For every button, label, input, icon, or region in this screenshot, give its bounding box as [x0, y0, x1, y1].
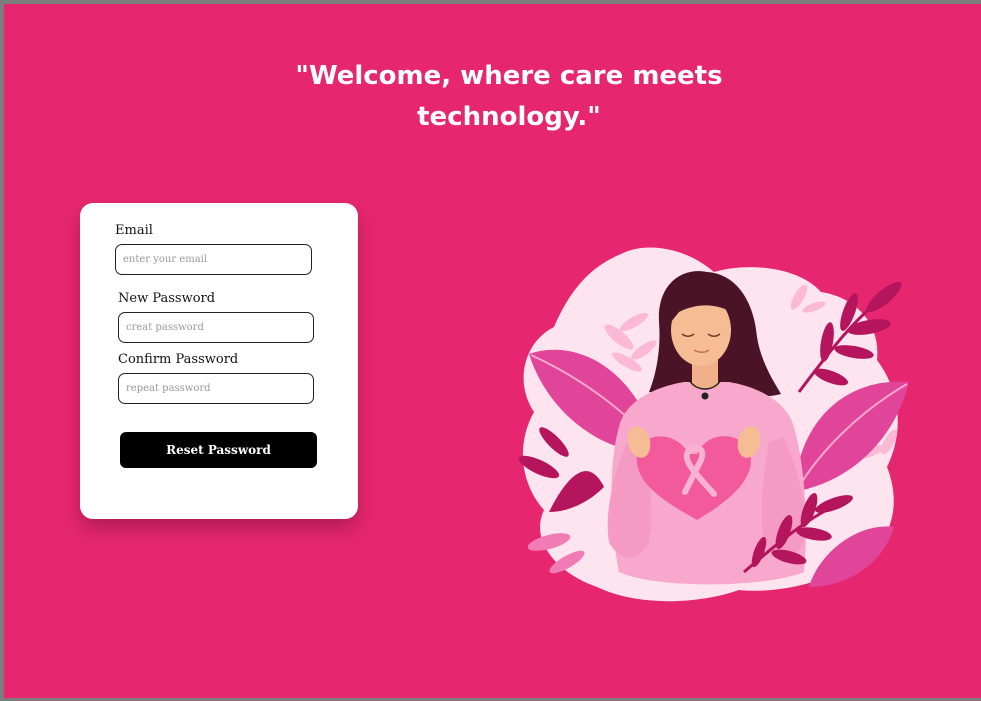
headline-line-1: "Welcome, where care meets: [295, 61, 723, 91]
new-password-input[interactable]: [118, 312, 314, 343]
confirm-password-label: Confirm Password: [118, 352, 239, 367]
care-illustration: [518, 247, 909, 602]
necklace-pendant: [701, 392, 709, 400]
page-background: "Welcome, where care meets technology." …: [4, 4, 981, 698]
confirm-password-input[interactable]: [118, 373, 314, 404]
email-label: Email: [115, 223, 153, 238]
reset-password-card: Email New Password Confirm Password Rese…: [80, 203, 358, 519]
welcome-headline: "Welcome, where care meets technology.": [4, 56, 981, 138]
new-password-label: New Password: [118, 291, 216, 306]
headline-line-2: technology.": [417, 102, 601, 132]
email-input[interactable]: [115, 244, 312, 275]
reset-password-button[interactable]: Reset Password: [120, 432, 317, 468]
